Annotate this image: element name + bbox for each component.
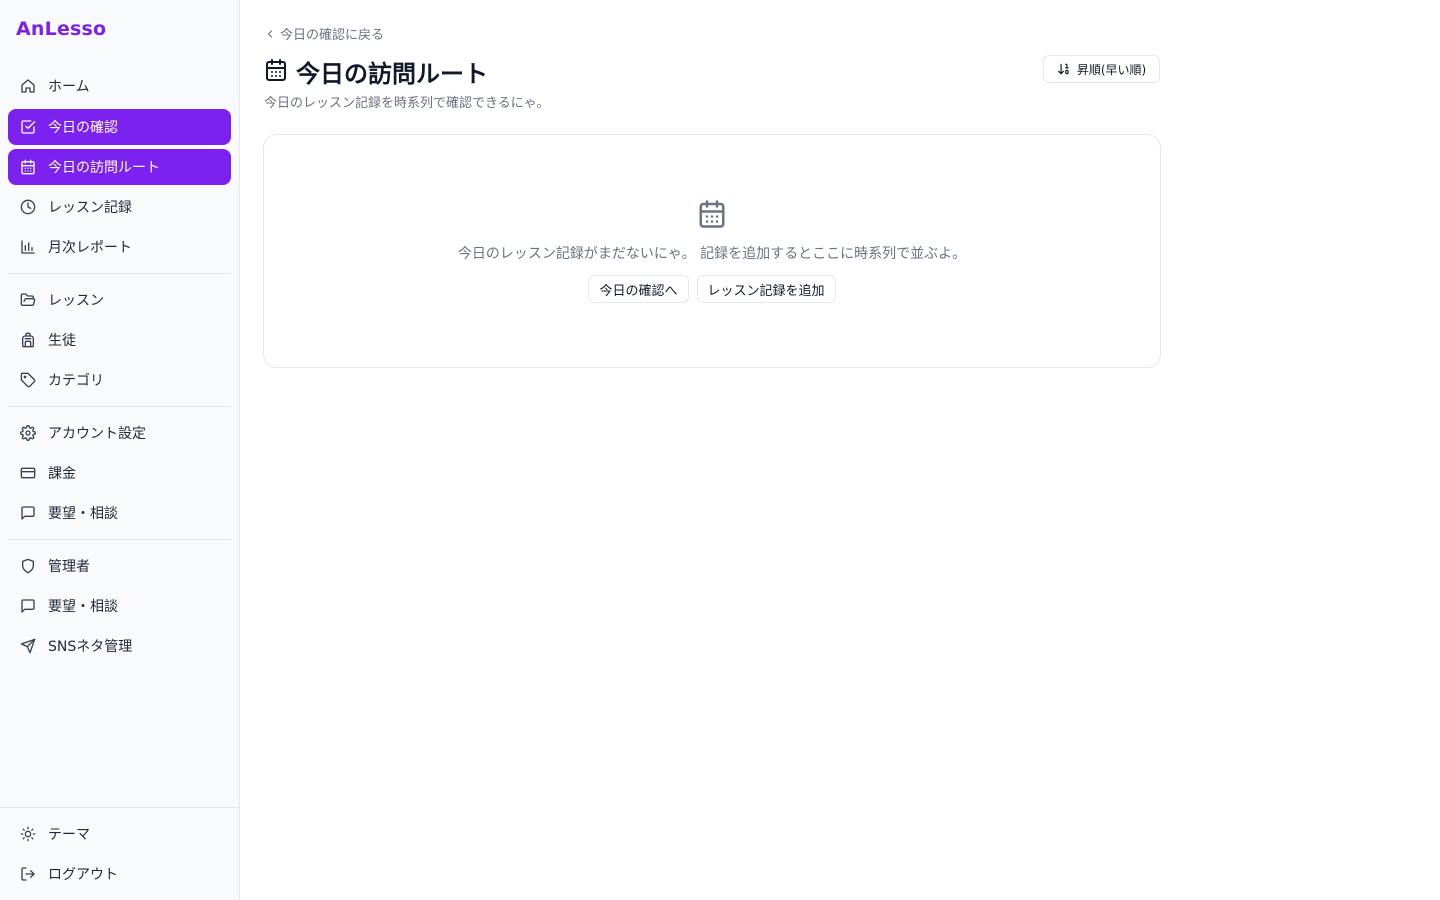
sidebar-item-visit-route[interactable]: 今日の訪問ルート <box>8 149 231 185</box>
sidebar-item-label: テーマ <box>48 827 90 843</box>
add-lesson-record-button[interactable]: レッスン記録を追加 <box>696 275 836 303</box>
sidebar-item-label: レッスン記録 <box>48 200 132 216</box>
sidebar-divider <box>8 406 231 407</box>
clock-icon <box>20 199 36 215</box>
sidebar-item-sns-topics[interactable]: SNSネタ管理 <box>8 628 231 664</box>
check-square-icon <box>20 119 36 135</box>
sidebar-item-label: ログアウト <box>48 867 118 883</box>
sidebar: AnLesso ホーム 今日の確認 今日の訪問ルート レッスン記録 月次レポート… <box>0 0 240 900</box>
back-link-label: 今日の確認に戻る <box>280 28 385 43</box>
calendar-icon <box>264 58 288 86</box>
sidebar-divider <box>8 539 231 540</box>
tag-icon <box>20 372 36 388</box>
sidebar-item-account-settings[interactable]: アカウント設定 <box>8 415 231 451</box>
calendar-icon <box>697 199 727 229</box>
sidebar-item-students[interactable]: 生徒 <box>8 322 231 358</box>
sidebar-item-label: レッスン <box>48 293 104 309</box>
shield-icon <box>20 558 36 574</box>
sidebar-item-label: SNSネタ管理 <box>48 639 133 655</box>
theme-toggle[interactable]: テーマ <box>8 816 231 852</box>
credit-card-icon <box>20 465 36 481</box>
home-icon <box>20 78 36 94</box>
page-title: 今日の訪問ルート <box>296 60 488 88</box>
empty-state-message: 今日のレッスン記録がまだないにゃ。 記録を追加するとここに時系列で並ぶよ。 <box>457 246 967 262</box>
sidebar-item-home[interactable]: ホーム <box>8 68 231 104</box>
logout-button[interactable]: ログアウト <box>8 856 231 892</box>
sidebar-item-monthly-report[interactable]: 月次レポート <box>8 229 231 265</box>
sort-ascending-icon <box>1057 63 1069 75</box>
message-square-icon <box>20 598 36 614</box>
page-header: 今日の訪問ルート <box>264 54 488 89</box>
go-to-today-check-button[interactable]: 今日の確認へ <box>588 275 689 303</box>
chevron-left-icon <box>267 29 273 38</box>
page-subtitle: 今日のレッスン記録を時系列で確認できるにゃ。 <box>264 96 550 111</box>
sidebar-item-category[interactable]: カテゴリ <box>8 362 231 398</box>
sidebar-item-label: 課金 <box>48 466 76 482</box>
sort-order-button[interactable]: 昇順(早い順) <box>1043 55 1160 83</box>
sidebar-item-label: ホーム <box>48 79 90 95</box>
sidebar-item-label: 要望・相談 <box>48 506 118 522</box>
send-icon <box>20 638 36 654</box>
sidebar-item-label: 生徒 <box>48 333 76 349</box>
empty-state-card: 今日のレッスン記録がまだないにゃ。 記録を追加するとここに時系列で並ぶよ。 今日… <box>263 134 1161 368</box>
gear-icon <box>20 425 36 441</box>
sidebar-item-label: 管理者 <box>48 559 90 575</box>
sidebar-item-label: 月次レポート <box>48 240 132 256</box>
brand-logo[interactable]: AnLesso <box>16 18 106 40</box>
calendar-icon <box>20 159 36 175</box>
sidebar-item-admin[interactable]: 管理者 <box>8 548 231 584</box>
sidebar-footer-divider <box>0 807 240 808</box>
sidebar-item-lessons[interactable]: レッスン <box>8 282 231 318</box>
sun-icon <box>20 826 36 842</box>
sidebar-item-admin-feedback[interactable]: 要望・相談 <box>8 588 231 624</box>
sidebar-item-label: 今日の訪問ルート <box>48 160 160 176</box>
folder-open-icon <box>20 292 36 308</box>
log-out-icon <box>20 866 36 882</box>
sidebar-item-today-check[interactable]: 今日の確認 <box>8 109 231 145</box>
sidebar-item-label: 今日の確認 <box>48 120 118 136</box>
sidebar-item-label: カテゴリ <box>48 373 104 389</box>
backpack-icon <box>20 332 36 348</box>
message-square-icon <box>20 505 36 521</box>
bar-chart-icon <box>20 239 36 255</box>
sidebar-item-feedback[interactable]: 要望・相談 <box>8 495 231 531</box>
sidebar-item-billing[interactable]: 課金 <box>8 455 231 491</box>
back-link[interactable]: 今日の確認に戻る <box>264 24 384 43</box>
sidebar-item-lesson-records[interactable]: レッスン記録 <box>8 189 231 225</box>
sidebar-divider <box>8 273 231 274</box>
sidebar-item-label: アカウント設定 <box>48 426 146 442</box>
empty-state-actions: 今日の確認へ レッスン記録を追加 <box>264 275 1160 303</box>
sidebar-item-label: 要望・相談 <box>48 599 118 615</box>
sort-order-label: 昇順(早い順) <box>1076 62 1147 77</box>
